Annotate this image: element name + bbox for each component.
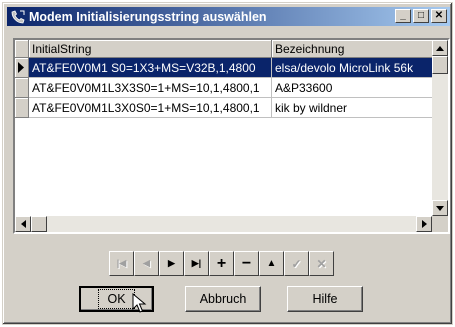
dialog-window: Modem Initialisierungsstring auswählen _… xyxy=(2,2,453,325)
mouse-pointer-icon xyxy=(132,293,147,313)
cell-initialstring[interactable]: AT&FE0V0M1L3X3S0=1+MS=10,1,4800,1 xyxy=(29,78,272,98)
last-record-icon: ▶| xyxy=(191,258,202,268)
cancel-button[interactable]: Abbruch xyxy=(185,286,261,312)
vertical-scroll-thumb[interactable] xyxy=(432,56,448,74)
vertical-scrollbar[interactable] xyxy=(432,40,448,216)
nav-edit-button[interactable]: ▲ xyxy=(259,251,284,276)
plus-icon: + xyxy=(216,254,227,272)
nav-first-button[interactable]: |◀ xyxy=(109,251,134,276)
table-row[interactable]: AT&FE0V0M1 S0=1X3+MS=V32B,1,4800 elsa/de… xyxy=(15,58,432,78)
arrow-right-icon xyxy=(421,220,427,228)
close-icon: ✕ xyxy=(434,10,444,21)
header-indicator xyxy=(15,40,29,58)
row-indicator xyxy=(15,98,29,118)
arrow-up-icon xyxy=(436,45,444,51)
cell-initialstring[interactable]: AT&FE0V0M1L3X0S0=1+MS=10,1,4800,1 xyxy=(29,98,272,118)
column-header-initialstring[interactable]: InitialString xyxy=(29,40,272,58)
minimize-icon: _ xyxy=(400,10,406,21)
table-row[interactable]: AT&FE0V0M1L3X0S0=1+MS=10,1,4800,1 kik by… xyxy=(15,98,432,118)
table-row[interactable]: AT&FE0V0M1L3X3S0=1+MS=10,1,4800,1 A&P336… xyxy=(15,78,432,98)
minimize-button[interactable]: _ xyxy=(395,9,411,23)
phone-icon xyxy=(11,10,25,23)
maximize-icon: □ xyxy=(417,10,425,21)
edit-icon: ▲ xyxy=(266,258,277,269)
scroll-right-button[interactable] xyxy=(416,216,432,232)
prior-record-icon: ◀ xyxy=(143,258,150,268)
column-header-bezeichnung[interactable]: Bezeichnung xyxy=(272,40,432,58)
modem-string-grid[interactable]: InitialString Bezeichnung AT&FE0V0M1 S0=… xyxy=(13,38,450,234)
next-record-icon: ▶ xyxy=(168,258,175,268)
cell-bezeichnung[interactable]: elsa/devolo MicroLink 56k xyxy=(272,58,432,78)
checkmark-icon: ✓ xyxy=(291,256,302,271)
title-bar[interactable]: Modem Initialisierungsstring auswählen _… xyxy=(7,7,450,26)
close-button[interactable]: ✕ xyxy=(431,9,447,23)
row-indicator xyxy=(15,78,29,98)
arrow-down-icon xyxy=(436,205,444,211)
nav-insert-button[interactable]: + xyxy=(209,251,234,276)
nav-post-button[interactable]: ✓ xyxy=(284,251,309,276)
nav-next-button[interactable]: ▶ xyxy=(159,251,184,276)
arrow-left-icon xyxy=(20,220,26,228)
db-navigator: |◀ ◀ ▶ ▶| + − ▲ ✓ ✕ xyxy=(109,251,334,276)
cell-initialstring[interactable]: AT&FE0V0M1 S0=1X3+MS=V32B,1,4800 xyxy=(29,58,272,78)
nav-delete-button[interactable]: − xyxy=(234,251,259,276)
first-record-icon: |◀ xyxy=(116,258,127,268)
cell-bezeichnung[interactable]: kik by wildner xyxy=(272,98,432,118)
horizontal-scroll-thumb[interactable] xyxy=(31,216,47,232)
help-button[interactable]: Hilfe xyxy=(287,286,363,312)
nav-prior-button[interactable]: ◀ xyxy=(134,251,159,276)
cancel-label: Abbruch xyxy=(199,292,247,306)
nav-cancel-button[interactable]: ✕ xyxy=(309,251,334,276)
minus-icon: − xyxy=(241,254,252,272)
scroll-up-button[interactable] xyxy=(432,40,448,56)
current-row-arrow-icon xyxy=(18,62,24,73)
scrollbar-corner xyxy=(432,216,448,232)
scroll-down-button[interactable] xyxy=(432,200,448,216)
maximize-button[interactable]: □ xyxy=(413,9,429,23)
cancel-x-icon: ✕ xyxy=(316,256,327,271)
row-indicator xyxy=(15,58,29,78)
ok-label: OK xyxy=(107,292,126,306)
scroll-left-button[interactable] xyxy=(15,216,31,232)
window-title: Modem Initialisierungsstring auswählen xyxy=(29,9,267,24)
help-label: Hilfe xyxy=(312,292,338,306)
horizontal-scrollbar[interactable] xyxy=(15,216,432,232)
nav-last-button[interactable]: ▶| xyxy=(184,251,209,276)
cell-bezeichnung[interactable]: A&P33600 xyxy=(272,78,432,98)
